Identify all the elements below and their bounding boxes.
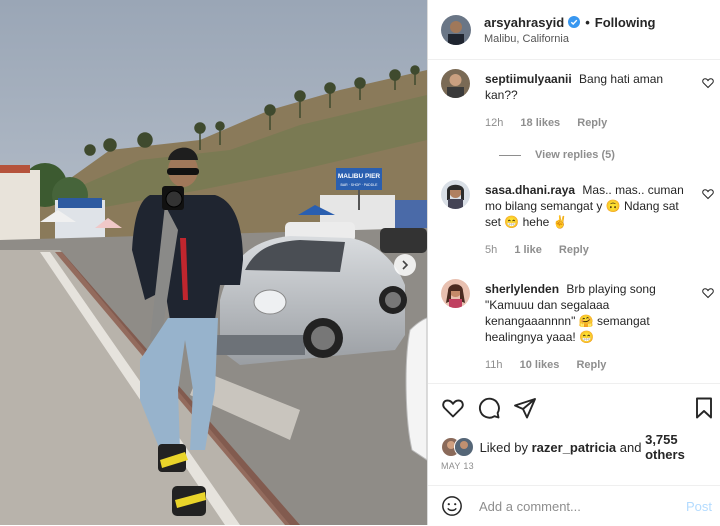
photo-scene: MALIBU PIER BAR · SHOP · PADDLE xyxy=(0,0,427,525)
liked-by-prefix: Liked by xyxy=(479,439,532,455)
comment-meta: 11h 10 likes Reply xyxy=(485,359,620,371)
post-location[interactable]: Malibu, California xyxy=(484,33,655,45)
heart-icon[interactable] xyxy=(441,396,465,420)
comment-meta: 12h 18 likes Reply xyxy=(485,117,621,129)
commenter-username[interactable]: sherlylenden xyxy=(485,282,559,296)
reply-button[interactable]: Reply xyxy=(576,359,606,371)
author-username[interactable]: arsyahrasyid xyxy=(484,15,564,30)
post-photo[interactable]: MALIBU PIER BAR · SHOP · PADDLE xyxy=(0,0,427,525)
comment-time: 11h xyxy=(485,359,503,371)
commenter-avatar[interactable] xyxy=(441,279,470,308)
post-header: arsyahrasyid • Following Malibu, Califor… xyxy=(428,0,720,60)
post-side-panel: arsyahrasyid • Following Malibu, Califor… xyxy=(427,0,720,525)
post-comment-button[interactable]: Post xyxy=(686,499,712,514)
commenter-username[interactable]: sasa.dhani.raya xyxy=(485,183,575,197)
following-button[interactable]: Following xyxy=(595,15,656,30)
follow-separator: • xyxy=(585,14,590,30)
view-replies-label: View replies (5) xyxy=(535,149,615,161)
emoji-icon[interactable] xyxy=(441,495,463,517)
carousel-next-button[interactable] xyxy=(394,254,416,276)
post-action-bar xyxy=(428,383,720,432)
add-comment-bar: Post xyxy=(428,485,720,526)
malibu-pier-sign-subtext: BAR · SHOP · PADDLE xyxy=(340,183,378,187)
liked-by-middle: and xyxy=(616,439,646,455)
commenter-username[interactable]: septiimulyaanii xyxy=(485,72,572,86)
verified-badge-icon xyxy=(568,16,581,28)
commenter-avatar[interactable] xyxy=(441,69,470,98)
comments-list[interactable]: septiimulyaanii Bang hati aman kan?? 12h… xyxy=(428,61,720,383)
share-icon[interactable] xyxy=(513,396,537,420)
bookmark-icon[interactable] xyxy=(692,396,716,420)
reply-button[interactable]: Reply xyxy=(577,117,607,129)
comment-likes[interactable]: 18 likes xyxy=(520,117,560,129)
chevron-right-icon xyxy=(402,260,409,270)
comment-input[interactable] xyxy=(477,497,686,515)
commenter-avatar[interactable] xyxy=(441,180,470,209)
likes-summary: Liked by razer_patricia and 3,755 others xyxy=(441,432,720,462)
comment-icon[interactable] xyxy=(477,396,501,420)
comment-meta: 5h 1 like Reply xyxy=(485,244,603,256)
liked-by-user[interactable]: razer_patricia xyxy=(532,440,617,455)
like-comment-heart-icon[interactable] xyxy=(702,77,714,89)
view-replies-button[interactable]: View replies (5) xyxy=(499,149,615,161)
likes-count[interactable]: 3,755 others xyxy=(645,432,720,462)
like-comment-heart-icon[interactable] xyxy=(702,287,714,299)
comment-likes[interactable]: 10 likes xyxy=(520,359,560,371)
view-replies-divider xyxy=(499,154,521,156)
comment-time: 12h xyxy=(485,117,504,129)
like-comment-heart-icon[interactable] xyxy=(702,188,714,200)
malibu-pier-sign-text: MALIBU PIER xyxy=(338,173,381,180)
post-date: MAY 13 xyxy=(441,461,474,471)
comment-likes[interactable]: 1 like xyxy=(514,244,542,256)
comment-time: 5h xyxy=(485,244,498,256)
liker-avatar xyxy=(453,437,474,457)
author-avatar[interactable] xyxy=(441,14,471,45)
reply-button[interactable]: Reply xyxy=(559,244,589,256)
